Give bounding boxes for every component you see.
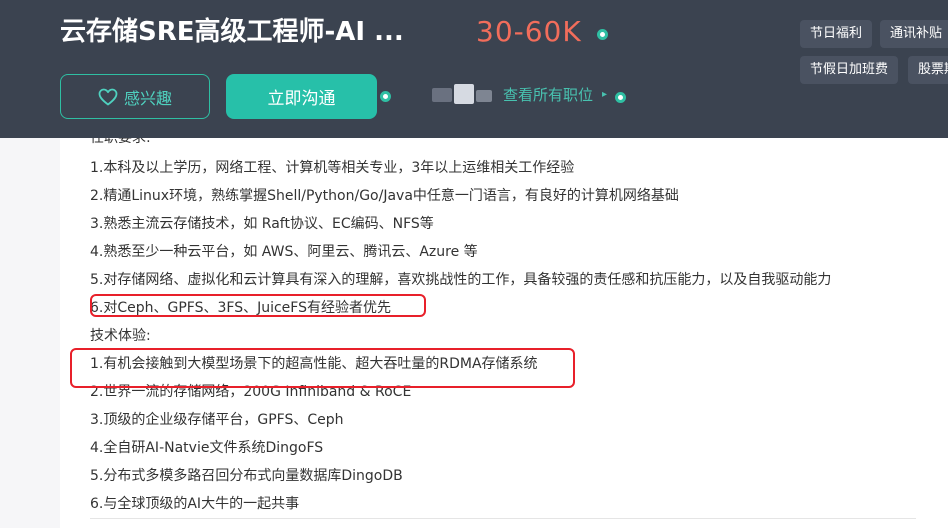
chevron-right-icon: ▸ [602,89,608,100]
benefit-tag: 节日福利 [800,20,873,48]
tech-heading: 技术体验: [90,328,151,344]
benefit-tag: 节假日加班费 [800,56,899,84]
marker-dot [380,91,391,102]
benefit-tag: 通讯补贴 [880,20,948,48]
marker-dot [597,29,608,40]
benefit-tag: 股票期权 [908,56,948,84]
job-header: 云存储SRE高级工程师-AI ... 30-60K 节日福利 通讯补贴 节假日加… [0,0,948,138]
highlight-box [70,348,575,388]
job-detail-page: 任职要求: 1.本科及以上学历，网络工程、计算机等相关专业，3年以上运维相关工作… [0,0,948,528]
chat-label: 立即沟通 [267,89,336,109]
blurred-avatar [454,84,474,104]
job-title: 云存储SRE高级工程师-AI ... [60,17,404,47]
heart-icon [98,88,118,106]
requirement-item: 3.熟悉主流云存储技术，如 Raft协议、EC编码、NFS等 [90,216,434,232]
tech-item: 4.全自研AI-Natvie文件系统DingoFS [90,440,324,456]
tech-item: 5.分布式多模多路召回分布式向量数据库DingoDB [90,468,403,484]
tech-item: 6.与全球顶级的AI大牛的一起共事 [90,496,300,512]
salary: 30-60K [476,15,582,48]
highlight-box [90,294,426,317]
tech-item: 3.顶级的企业级存储平台，GPFS、Ceph [90,412,344,428]
requirement-item: 2.精通Linux环境，熟练掌握Shell/Python/Go/Java中任意一… [90,188,679,204]
marker-dot [615,92,626,103]
blurred-avatar [476,90,492,102]
requirement-item: 1.本科及以上学历，网络工程、计算机等相关专业，3年以上运维相关工作经验 [90,160,575,176]
view-all-jobs-link[interactable]: 查看所有职位 [503,84,593,106]
chat-now-button[interactable]: 立即沟通 [226,74,377,119]
interest-button[interactable]: 感兴趣 [60,74,210,119]
requirement-item: 4.熟悉至少一种云平台，如 AWS、阿里云、腾讯云、Azure 等 [90,244,478,260]
blurred-avatar [432,88,452,102]
requirement-item: 5.对存储网络、虚拟化和云计算具有深入的理解，喜欢挑战性的工作，具备较强的责任感… [90,272,832,288]
divider [90,518,916,519]
job-description-card: 任职要求: 1.本科及以上学历，网络工程、计算机等相关专业，3年以上运维相关工作… [60,120,948,528]
interest-label: 感兴趣 [123,88,172,108]
